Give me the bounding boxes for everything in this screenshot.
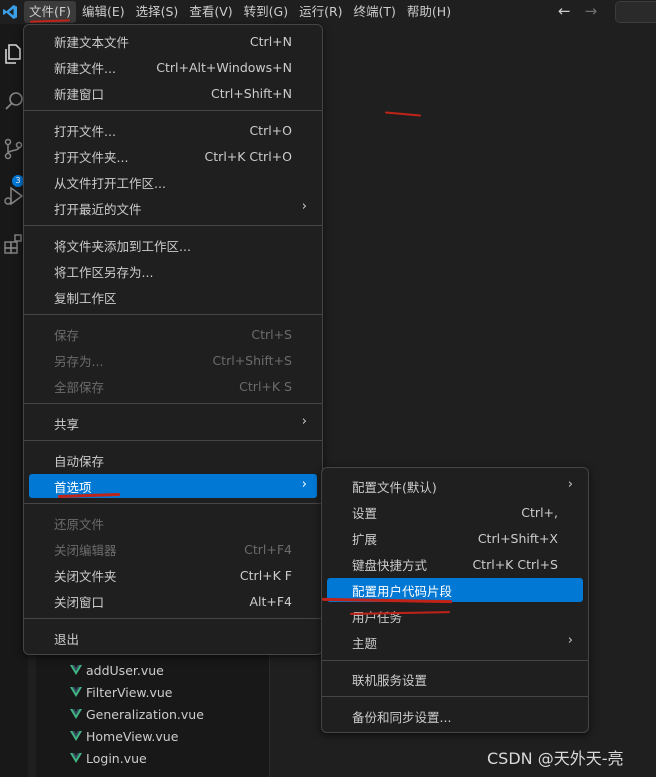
file-item[interactable]: HomeView.vue [70,725,178,747]
chevron-right-icon: › [301,477,307,492]
menu-item-open-recent[interactable]: 打开最近的文件 › [29,196,317,220]
submenu-item-online-services[interactable]: 联机服务设置 [327,667,583,691]
menu-item-open-workspace[interactable]: 从文件打开工作区... [29,170,317,194]
menu-item-save-all: 全部保存 Ctrl+K S [54,378,292,395]
menu-edit[interactable]: 编辑(E) [77,1,130,23]
menu-item-open-file[interactable]: 打开文件... Ctrl+O [29,118,317,142]
file-name: addUser.vue [86,662,164,678]
submenu-item-themes[interactable]: 主题 › [327,630,583,654]
menu-item-revert-file: 还原文件 [54,516,105,532]
file-menu: 新建文本文件 Ctrl+N 新建文件... Ctrl+Alt+Windows+N 新… [23,24,323,655]
menu-item-close-folder[interactable]: 关闭文件夹 Ctrl+K F [29,563,317,587]
submenu-item-keyboard-shortcuts[interactable]: 键盘快捷方式 Ctrl+K Ctrl+S [327,552,583,576]
submenu-item-profile[interactable]: 配置文件(默认) › [327,474,583,498]
menu-help[interactable]: 帮助(H) [402,1,456,23]
chevron-right-icon: › [567,477,573,492]
menu-item-close-window[interactable]: 关闭窗口 Alt+F4 [29,589,317,613]
menu-item-new-text-file[interactable]: 新建文本文件 Ctrl+N [29,29,317,53]
menu-item-save-workspace-as[interactable]: 将工作区另存为... [29,259,317,283]
menu-item-new-file[interactable]: 新建文件... Ctrl+Alt+Windows+N [29,55,317,79]
chevron-right-icon: › [301,414,307,429]
menu-separator [24,618,322,619]
back-arrow-icon[interactable]: ← [558,2,571,20]
submenu-item-extensions[interactable]: 扩展 Ctrl+Shift+X [327,526,583,550]
forward-arrow-icon[interactable]: → [585,2,598,20]
chevron-right-icon: › [301,199,307,214]
menu-separator [24,225,322,226]
menu-run[interactable]: 运行(R) [294,1,347,23]
nav-arrows: ← → [558,2,597,20]
menu-item-save-as: 另存为... Ctrl+Shift+S [54,352,292,369]
annotation-stroke [384,111,422,117]
menu-item-close-editor: 关闭编辑器 Ctrl+F4 [54,541,292,558]
file-item[interactable]: Login.vue [70,747,147,769]
menu-item-duplicate-workspace[interactable]: 复制工作区 [29,285,317,309]
watermark: CSDN @天外天-亮 [487,749,624,768]
file-name: HomeView.vue [86,728,179,744]
vue-file-icon [70,687,82,697]
submenu-item-backup-sync[interactable]: 备份和同步设置... [327,704,583,728]
vue-file-icon [70,665,82,675]
chevron-right-icon: › [567,633,573,648]
submenu-item-user-tasks[interactable]: 用户任务 [327,604,583,628]
file-item[interactable]: FilterView.vue [70,681,172,703]
menu-selection[interactable]: 选择(S) [131,1,184,23]
menu-go[interactable]: 转到(G) [239,1,293,23]
menu-item-add-folder-to-workspace[interactable]: 将文件夹添加到工作区... [29,233,317,257]
vue-file-icon [70,753,82,763]
menu-terminal[interactable]: 终端(T) [349,1,401,23]
file-item[interactable]: Generalization.vue [70,703,204,725]
menu-separator [322,660,588,661]
menu-bar: 文件(F) 编辑(E) 选择(S) 查看(V) 转到(G) 运行(R) 终端(T… [24,0,457,24]
submenu-item-settings[interactable]: 设置 Ctrl+, [327,500,583,524]
file-name: FilterView.vue [86,684,173,700]
menu-item-new-window[interactable]: 新建窗口 Ctrl+Shift+N [29,81,317,105]
file-name: Login.vue [86,750,147,766]
menu-item-open-folder[interactable]: 打开文件夹... Ctrl+K Ctrl+O [29,144,317,168]
menu-item-save: 保存 Ctrl+S [54,326,292,343]
title-bar: 文件(F) 编辑(E) 选择(S) 查看(V) 转到(G) 运行(R) 终端(T… [0,0,656,24]
menu-separator [24,314,322,315]
vue-file-icon [70,731,82,741]
file-name: Generalization.vue [86,706,204,722]
vscode-logo-icon [0,0,20,24]
vue-file-icon [70,709,82,719]
menu-view[interactable]: 查看(V) [184,1,237,23]
menu-item-share[interactable]: 共享 › [29,411,317,435]
menu-item-exit[interactable]: 退出 [29,626,317,650]
menu-separator [322,696,588,697]
menu-separator [24,403,322,404]
menu-item-auto-save[interactable]: 自动保存 [29,448,317,472]
menu-separator [24,503,322,504]
command-center-input[interactable] [615,1,656,23]
menu-separator [24,440,322,441]
file-item[interactable]: addUser.vue [70,659,164,681]
menu-separator [24,110,322,111]
